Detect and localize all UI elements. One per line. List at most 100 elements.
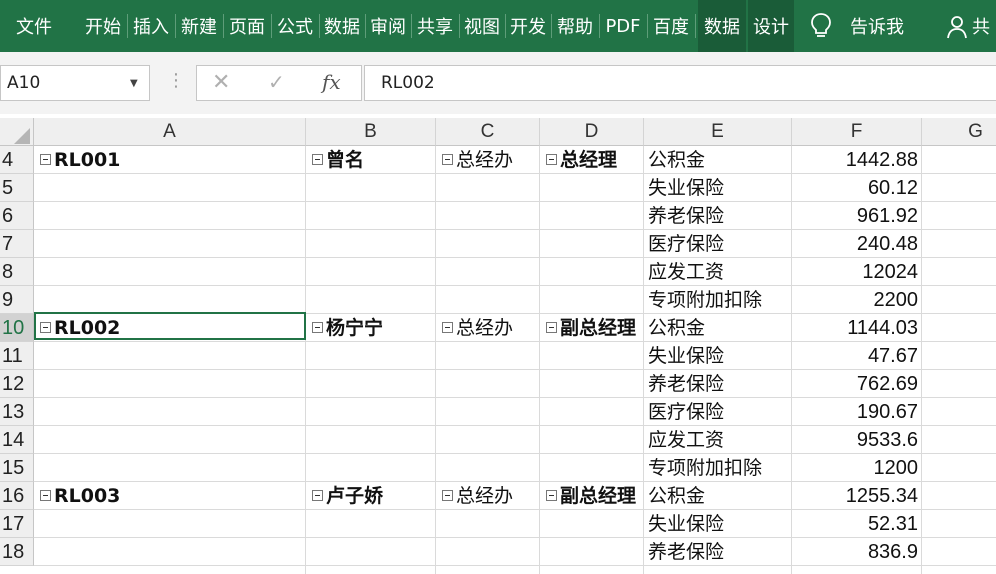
cancel-icon[interactable]: ✕: [212, 70, 230, 95]
tab-pdf[interactable]: PDF: [600, 0, 646, 52]
more-dots-icon[interactable]: ⋮: [167, 70, 185, 91]
tab-home[interactable]: 开始: [80, 0, 126, 52]
row-header-9[interactable]: 9: [0, 286, 34, 314]
insert-function-icon[interactable]: fx: [322, 70, 341, 94]
row-header-17[interactable]: 17: [0, 510, 34, 538]
cell-amount[interactable]: 60.12: [794, 174, 918, 202]
cell-item[interactable]: 养老保险: [648, 202, 790, 230]
cell-amount[interactable]: 836.9: [794, 538, 918, 566]
select-all-corner[interactable]: [0, 118, 34, 146]
cell-item[interactable]: 公积金: [648, 314, 790, 342]
tab-data[interactable]: 数据: [320, 0, 364, 52]
cell-item[interactable]: 应发工资: [648, 426, 790, 454]
cell-name[interactable]: 曾名: [312, 146, 434, 174]
row-header-13[interactable]: 13: [0, 398, 34, 426]
tab-design[interactable]: 设计: [748, 0, 794, 52]
cell-amount[interactable]: 240.48: [794, 230, 918, 258]
cell-amount[interactable]: 762.69: [794, 370, 918, 398]
row-header-14[interactable]: 14: [0, 426, 34, 454]
person-icon[interactable]: [946, 14, 968, 40]
cell-amount[interactable]: 1144.03: [794, 314, 918, 342]
row-header-10[interactable]: 10: [0, 314, 34, 342]
collapse-icon[interactable]: [442, 153, 453, 165]
collapse-icon[interactable]: [546, 321, 557, 333]
row-header-11[interactable]: 11: [0, 342, 34, 370]
collapse-icon[interactable]: [312, 321, 323, 333]
cell-amount[interactable]: 12024: [794, 258, 918, 286]
column-header-e[interactable]: E: [644, 118, 792, 146]
cell-employee-id[interactable]: RL003: [40, 482, 304, 510]
tab-developer[interactable]: 开发: [506, 0, 550, 52]
cell-amount[interactable]: 1255.34: [794, 482, 918, 510]
row-header-7[interactable]: 7: [0, 230, 34, 258]
column-header-d[interactable]: D: [540, 118, 644, 146]
row-header-8[interactable]: 8: [0, 258, 34, 286]
cell-department[interactable]: 总经办: [442, 146, 538, 174]
row-header-12[interactable]: 12: [0, 370, 34, 398]
spreadsheet-grid[interactable]: A B C D E F G 4 RL001 曾名 总经办 总经理 公积金 1442.88 5 失业保险 60.1…: [0, 118, 996, 574]
tab-new[interactable]: 新建: [176, 0, 222, 52]
column-header-f[interactable]: F: [792, 118, 922, 146]
row-header-18[interactable]: 18: [0, 538, 34, 566]
tab-file[interactable]: 文件: [0, 0, 68, 52]
cell-item[interactable]: 失业保险: [648, 510, 790, 538]
collapse-icon[interactable]: [442, 489, 453, 501]
cell-name[interactable]: 卢子娇: [312, 482, 434, 510]
cell-position[interactable]: 总经理: [546, 146, 644, 174]
cell-item[interactable]: 公积金: [648, 146, 790, 174]
chevron-down-icon[interactable]: ▼: [130, 78, 138, 89]
cell-amount[interactable]: 2200: [794, 286, 919, 314]
cell-item[interactable]: 应发工资: [648, 258, 790, 286]
cell-amount[interactable]: 52.31: [794, 510, 918, 538]
name-box[interactable]: A10: [0, 65, 150, 101]
cell-amount[interactable]: 9533.6: [794, 426, 918, 454]
cell-amount[interactable]: 1442.88: [794, 146, 918, 174]
cell-amount[interactable]: 961.92: [794, 202, 918, 230]
cell-employee-id[interactable]: RL001: [40, 146, 304, 174]
formula-input[interactable]: RL002: [364, 65, 996, 101]
column-header-g[interactable]: G: [922, 118, 996, 146]
column-header-a[interactable]: A: [34, 118, 306, 146]
collapse-icon[interactable]: [312, 153, 323, 165]
tab-review[interactable]: 审阅: [366, 0, 410, 52]
cell-item[interactable]: 公积金: [648, 482, 790, 510]
column-header-c[interactable]: C: [436, 118, 540, 146]
cell-position[interactable]: 副总经理: [546, 482, 644, 510]
collapse-icon[interactable]: [40, 321, 51, 333]
enter-icon[interactable]: ✓: [268, 70, 285, 94]
row-header-5[interactable]: 5: [0, 174, 34, 202]
collapse-icon[interactable]: [40, 489, 51, 501]
collapse-icon[interactable]: [40, 153, 51, 165]
tab-pivot-analyze[interactable]: 数据: [698, 0, 746, 52]
tab-insert[interactable]: 插入: [128, 0, 174, 52]
tab-formulas[interactable]: 公式: [272, 0, 318, 52]
column-header-b[interactable]: B: [306, 118, 436, 146]
row-header-15[interactable]: 15: [0, 454, 34, 482]
cell-department[interactable]: 总经办: [442, 482, 538, 510]
cell-amount[interactable]: 190.67: [794, 398, 918, 426]
lightbulb-icon[interactable]: [810, 12, 832, 40]
cell-amount[interactable]: 1200: [794, 454, 919, 482]
collapse-icon[interactable]: [442, 321, 453, 333]
collapse-icon[interactable]: [312, 489, 323, 501]
row-header-6[interactable]: 6: [0, 202, 34, 230]
cell-item[interactable]: 养老保险: [648, 538, 790, 566]
cell-item[interactable]: 失业保险: [648, 342, 790, 370]
tab-share[interactable]: 共享: [412, 0, 458, 52]
row-header-4[interactable]: 4: [0, 146, 34, 174]
cell-item[interactable]: 失业保险: [648, 174, 790, 202]
cell-item[interactable]: 专项附加扣除: [648, 454, 790, 482]
cell-item[interactable]: 养老保险: [648, 370, 790, 398]
cell-name[interactable]: 杨宁宁: [312, 314, 434, 342]
tell-me-search[interactable]: 告诉我: [840, 0, 914, 52]
cell-department[interactable]: 总经办: [442, 314, 538, 342]
share-button[interactable]: 共: [972, 0, 996, 52]
tab-view[interactable]: 视图: [460, 0, 504, 52]
tab-help[interactable]: 帮助: [552, 0, 598, 52]
collapse-icon[interactable]: [546, 489, 557, 501]
tab-baidu[interactable]: 百度: [648, 0, 694, 52]
tab-page-layout[interactable]: 页面: [224, 0, 270, 52]
cell-item[interactable]: 医疗保险: [648, 398, 790, 426]
collapse-icon[interactable]: [546, 153, 557, 165]
row-header-16[interactable]: 16: [0, 482, 34, 510]
